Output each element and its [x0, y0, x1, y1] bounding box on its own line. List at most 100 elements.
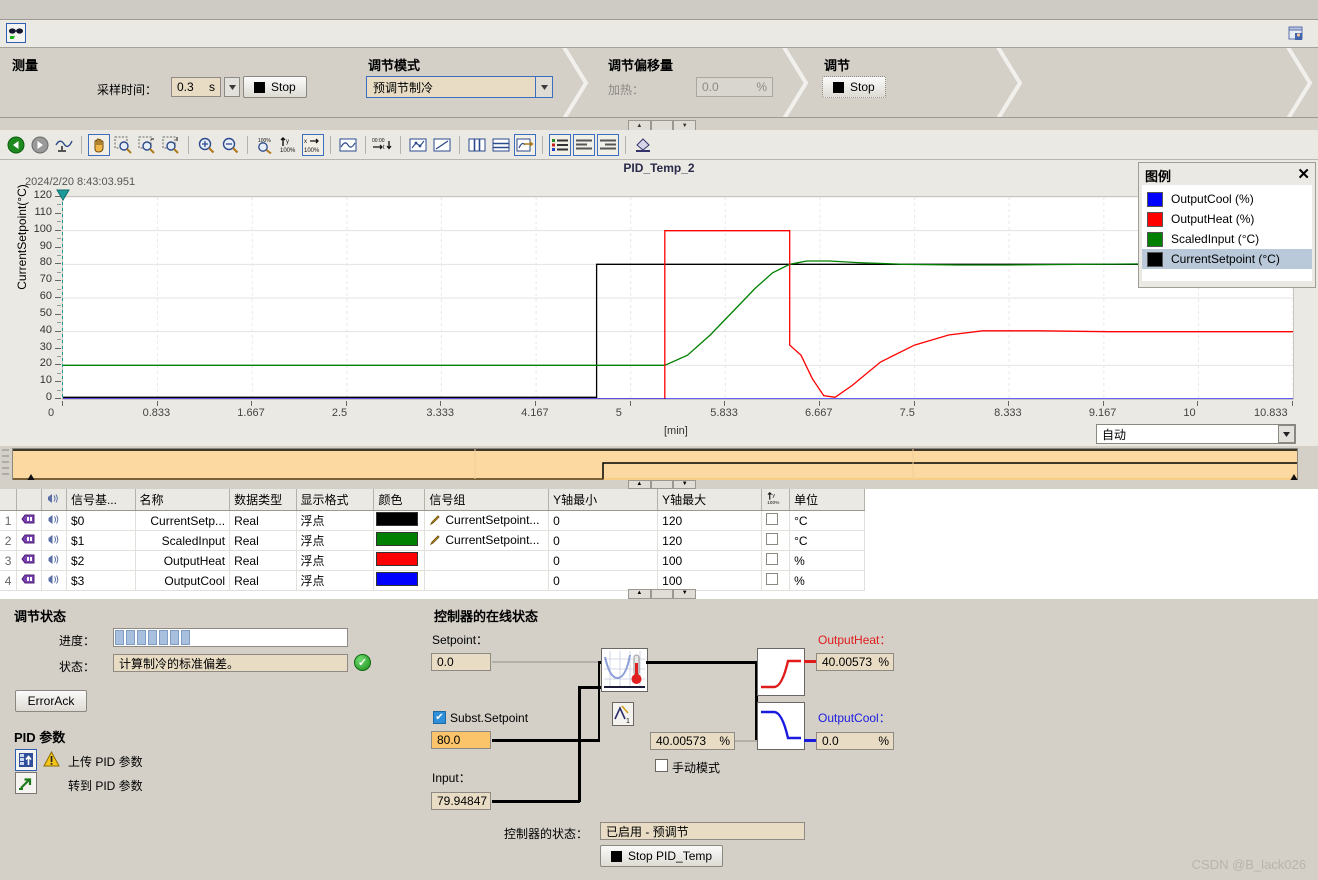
tag-icon[interactable] [16, 570, 43, 591]
th-y-max[interactable]: Y轴最大 [657, 489, 763, 511]
glasses-icon[interactable] [6, 23, 26, 43]
legend-item[interactable]: CurrentSetpoint (°C) [1142, 249, 1312, 269]
zoom-out-icon[interactable] [219, 134, 241, 156]
table-bottom-down-button[interactable]: ▼ [673, 589, 697, 599]
close-icon[interactable]: ✕ [1297, 165, 1310, 183]
show-points-icon[interactable] [407, 134, 429, 156]
legend-item[interactable]: OutputHeat (%) [1142, 209, 1312, 229]
axis-mode-combo[interactable]: 自动 [1096, 424, 1296, 444]
sample-time-spinner[interactable] [224, 77, 240, 97]
cell-y-min[interactable]: 0 [548, 550, 659, 571]
cell-unit[interactable]: % [789, 570, 865, 591]
zoom-vertical-icon[interactable] [160, 134, 182, 156]
cell-y-max[interactable]: 120 [657, 530, 763, 551]
signal-table[interactable]: 信号基... 名称 数据类型 显示格式 颜色 信号组 Y轴最小 Y轴最大 y 10… [0, 489, 865, 591]
cell-data-type[interactable]: Real [229, 570, 297, 591]
tag-icon[interactable] [16, 550, 43, 571]
legend-panel[interactable]: 图例 ✕ OutputCool (%) OutputHeat (%) ScaledI… [1138, 162, 1316, 288]
th-unit[interactable]: 单位 [789, 489, 865, 511]
visibility-icon[interactable] [41, 510, 67, 531]
curve-marker-icon[interactable] [53, 134, 75, 156]
cell-signal-group[interactable]: CurrentSetpoint... [424, 530, 550, 551]
cell-y-max[interactable]: 100 [657, 550, 763, 571]
legend-items[interactable]: OutputCool (%) OutputHeat (%) ScaledInput … [1142, 185, 1312, 281]
cell-color[interactable] [373, 510, 426, 531]
pan-hand-icon[interactable] [88, 133, 110, 156]
pid-curve-thermometer-icon[interactable] [601, 648, 648, 692]
forward-arrow-icon[interactable] [29, 134, 51, 156]
chart-plot-area[interactable] [62, 196, 1294, 400]
cell-signal-group[interactable]: CurrentSetpoint... [424, 510, 550, 531]
cell-unit[interactable]: °C [789, 510, 865, 531]
error-ack-button[interactable]: ErrorAck [15, 690, 87, 712]
table-row[interactable]: 3 $2 OutputHeat Real 浮点 0 100% [0, 550, 865, 571]
th-signal-group[interactable]: 信号组 [424, 489, 550, 511]
color-fill-icon[interactable] [632, 134, 654, 156]
cell-signal-base[interactable]: $3 [66, 570, 136, 591]
cell-y-autoscale-checkbox[interactable] [761, 550, 791, 571]
cell-data-type[interactable]: Real [229, 510, 297, 531]
scale-y-100-icon[interactable]: y 100% [278, 134, 300, 156]
zoom-in-icon[interactable] [195, 134, 217, 156]
cell-display-format[interactable]: 浮点 [296, 570, 375, 591]
visibility-icon[interactable] [41, 570, 67, 591]
deviation-icon[interactable]: 1 [612, 702, 634, 726]
cell-signal-group[interactable] [424, 570, 550, 591]
th-signal-base[interactable]: 信号基... [66, 489, 136, 511]
cell-y-min[interactable]: 0 [548, 530, 659, 551]
cell-name[interactable]: CurrentSetp... [135, 510, 231, 531]
cell-y-min[interactable]: 0 [548, 510, 659, 531]
legend-item[interactable]: ScaledInput (°C) [1142, 229, 1312, 249]
align-left-icon[interactable] [573, 133, 595, 156]
table-row[interactable]: 1 $0 CurrentSetp... Real 浮点 CurrentSetpoint..… [0, 510, 865, 531]
range-bar-track[interactable] [12, 448, 1318, 482]
subst-setpoint-field[interactable]: 80.0 [431, 731, 491, 749]
table-splitter[interactable]: ▲ ▼ [0, 480, 1318, 489]
back-arrow-icon[interactable] [5, 134, 27, 156]
cell-signal-base[interactable]: $1 [66, 530, 136, 551]
cell-display-format[interactable]: 浮点 [296, 550, 375, 571]
table-row[interactable]: 4 $3 OutputCool Real 浮点 0 100% [0, 570, 865, 591]
cell-y-max[interactable]: 100 [657, 570, 763, 591]
cell-name[interactable]: ScaledInput [135, 530, 231, 551]
signal-table-panel[interactable]: 信号基... 名称 数据类型 显示格式 颜色 信号组 Y轴最小 Y轴最大 y 10… [0, 489, 1318, 599]
visibility-icon[interactable] [41, 530, 67, 551]
align-right-icon[interactable] [597, 133, 619, 156]
horizontal-split-icon[interactable] [490, 134, 512, 156]
measure-stop-button[interactable]: Stop [243, 76, 307, 98]
stop-pid-button[interactable]: Stop PID_Temp [600, 845, 724, 867]
th-y-min[interactable]: Y轴最小 [548, 489, 659, 511]
cell-signal-base[interactable]: $2 [66, 550, 136, 571]
table-bottom-up-button[interactable]: ▲ [628, 589, 651, 599]
cell-color[interactable] [373, 570, 426, 591]
cell-signal-group[interactable] [424, 550, 550, 571]
legend-item[interactable]: OutputCool (%) [1142, 189, 1312, 209]
cell-color[interactable] [373, 550, 426, 571]
cell-y-min[interactable]: 0 [548, 570, 659, 591]
vertical-split-icon[interactable] [466, 134, 488, 156]
visibility-icon[interactable] [41, 550, 67, 571]
goto-arrow-icon[interactable] [15, 772, 37, 794]
chart-cursor-marker[interactable] [56, 189, 70, 201]
zoom-horizontal-icon[interactable] [136, 134, 158, 156]
table-scroll-down-button[interactable]: ▼ [673, 480, 697, 489]
upload-pid-label[interactable]: 上传 PID 参数 [68, 753, 143, 770]
insert-curve-icon[interactable] [514, 133, 536, 156]
tuning-stop-button[interactable]: Stop [822, 76, 886, 98]
cell-y-autoscale-checkbox[interactable] [761, 510, 791, 531]
th-display-format[interactable]: 显示格式 [296, 489, 375, 511]
cell-unit[interactable]: % [789, 550, 865, 571]
chevron-down-icon[interactable] [1278, 425, 1295, 443]
upload-pid-icon[interactable] [15, 749, 37, 771]
scale-x-100-icon[interactable]: x 100% [302, 133, 324, 156]
table-scroll-up-button[interactable]: ▲ [628, 480, 651, 489]
th-color[interactable]: 颜色 [373, 489, 426, 511]
chart-toolbar[interactable]: 100% y 100% x 100% 00:00 t [0, 130, 1318, 160]
th-y-scale[interactable]: y 100% [761, 489, 791, 511]
cell-display-format[interactable]: 浮点 [296, 530, 375, 551]
table-row[interactable]: 2 $1 ScaledInput Real 浮点 CurrentSetpoint... 0 1… [0, 530, 865, 551]
smooth-curve-icon[interactable] [337, 134, 359, 156]
sample-time-field[interactable]: 0.3 s [171, 77, 221, 97]
cell-color[interactable] [373, 530, 426, 551]
cell-name[interactable]: OutputCool [135, 570, 231, 591]
